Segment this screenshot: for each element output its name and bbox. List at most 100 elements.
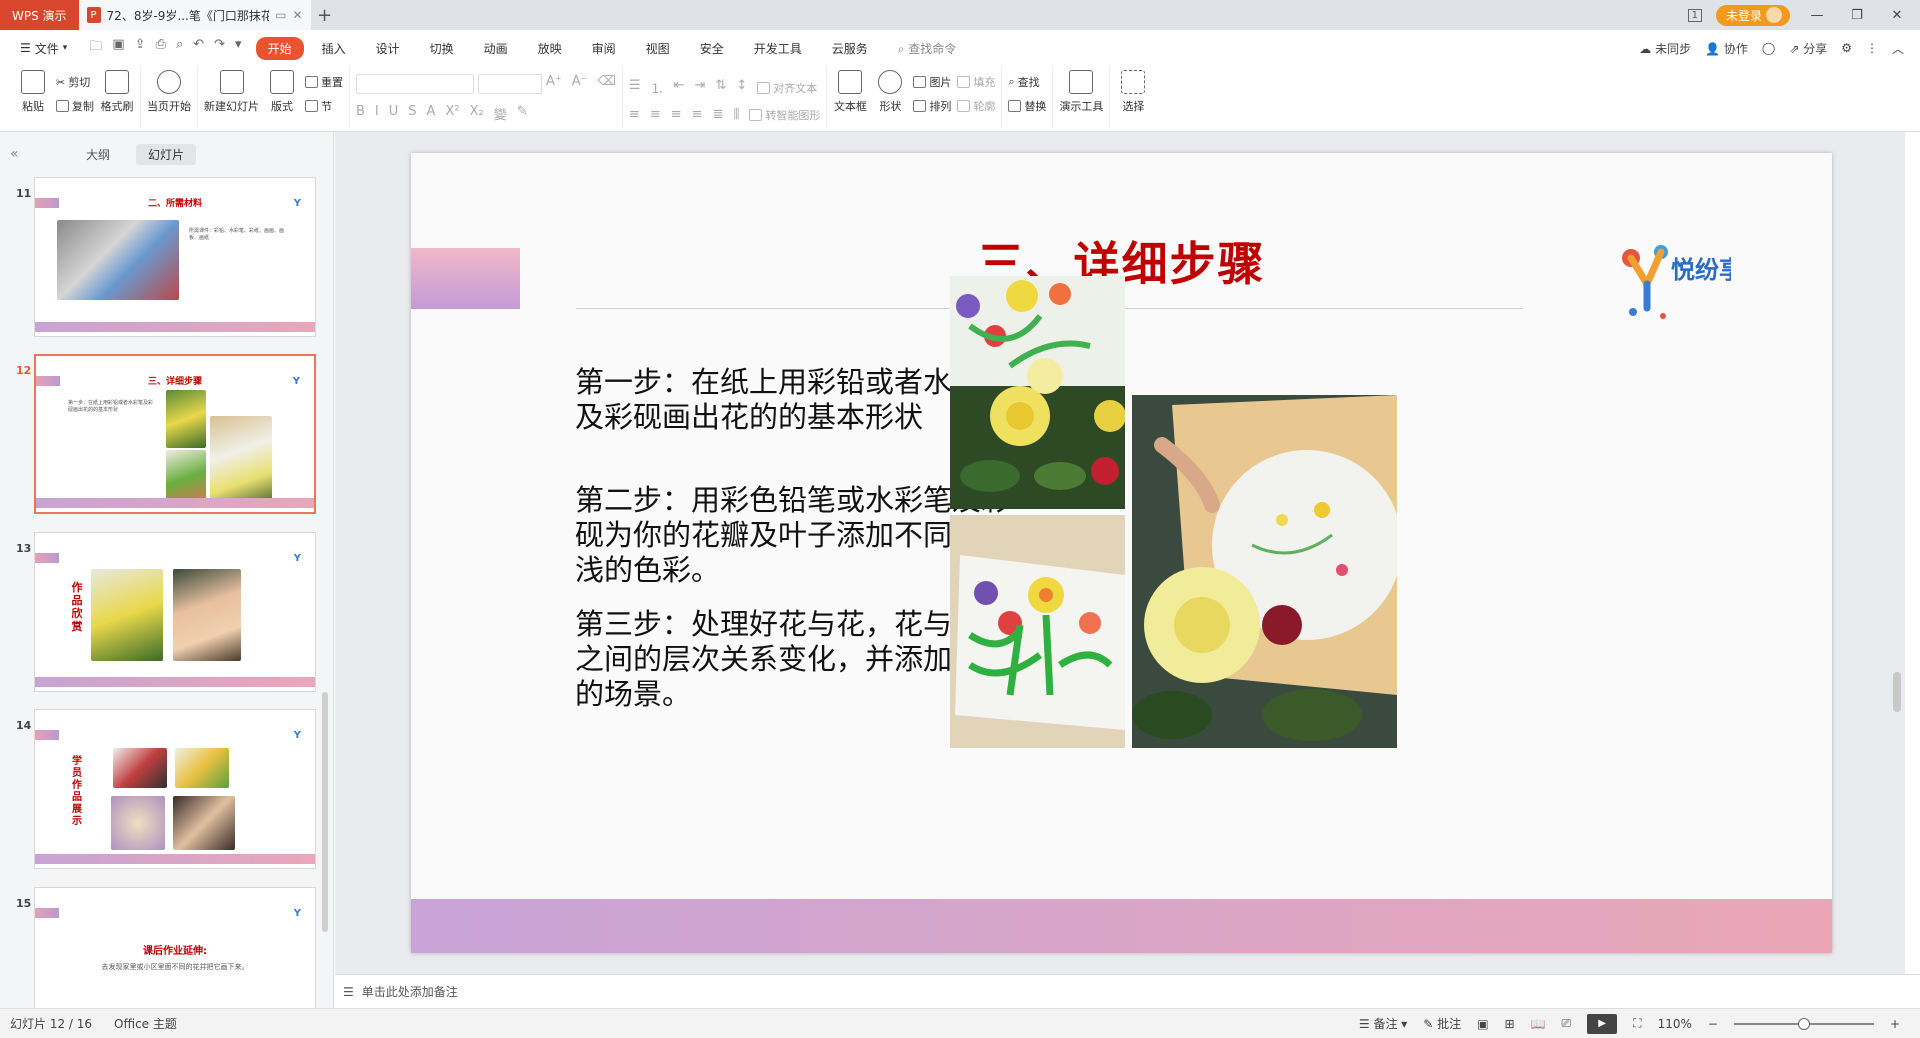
settings-gear-icon[interactable]: ⚙: [1841, 41, 1852, 55]
shape-button[interactable]: 形状: [873, 70, 907, 114]
tab-outline[interactable]: 大纲: [74, 144, 122, 165]
collapse-ribbon-icon[interactable]: ︿: [1892, 40, 1904, 57]
highlight-icon[interactable]: ✎: [517, 104, 528, 123]
notes-toggle-button[interactable]: ☰ 备注 ▾: [1359, 1015, 1407, 1032]
menu-tab[interactable]: 开发工具: [742, 37, 814, 60]
canvas-scrollbar[interactable]: [1893, 672, 1901, 712]
redo-icon[interactable]: ↷: [214, 37, 225, 59]
new-tab-button[interactable]: +: [311, 0, 339, 30]
number-list-icon[interactable]: ⒈: [651, 78, 664, 97]
copy-button[interactable]: 复制: [56, 98, 94, 114]
layout-button[interactable]: 版式: [265, 70, 299, 114]
zoom-slider[interactable]: [1733, 1017, 1874, 1030]
photo-flowers-drawing[interactable]: [950, 276, 1125, 509]
normal-view-icon[interactable]: ▣: [1477, 1017, 1488, 1031]
align-right-icon[interactable]: ≡: [671, 107, 682, 123]
subscript-icon[interactable]: X₂: [470, 104, 484, 123]
picture-button[interactable]: 图片: [913, 74, 951, 90]
section-button[interactable]: 节: [305, 98, 343, 114]
slide-thumbnail-11[interactable]: 二、所需材料 Y 所需课件：彩铅、水彩笔、彩纸、画画、画板、画纸: [34, 177, 316, 337]
menu-tab[interactable]: 审阅: [580, 37, 628, 60]
menu-tab[interactable]: 安全: [688, 37, 736, 60]
zoom-in-icon[interactable]: +: [1890, 1017, 1900, 1031]
minimize-icon[interactable]: —: [1804, 8, 1830, 23]
print-icon[interactable]: ⎙: [156, 37, 166, 59]
close-window-icon[interactable]: ✕: [1884, 8, 1910, 23]
export-icon[interactable]: ⇪: [135, 37, 146, 59]
reset-button[interactable]: 重置: [305, 74, 343, 90]
save-icon[interactable]: ▣: [112, 37, 124, 59]
font-color-icon[interactable]: A: [427, 104, 436, 123]
print-preview-icon[interactable]: ⌕: [176, 37, 183, 59]
clear-format-icon[interactable]: ⌫: [598, 74, 616, 94]
smart-shape-button[interactable]: 转智能图形: [749, 107, 820, 123]
photo-painting-roses[interactable]: [1132, 395, 1397, 748]
menu-tab[interactable]: 插入: [310, 37, 358, 60]
indent-decrease-icon[interactable]: ⇤: [674, 78, 685, 97]
fill-button[interactable]: 填充: [957, 74, 995, 90]
menu-tab[interactable]: 动画: [472, 37, 520, 60]
customize-chevron-icon[interactable]: ▾: [235, 37, 242, 59]
fit-window-icon[interactable]: ⛶: [1633, 1016, 1641, 1031]
outline-button[interactable]: 轮廓: [957, 98, 995, 114]
line-spacing-icon[interactable]: ↕: [736, 78, 747, 97]
more-icon[interactable]: ⋮: [1866, 41, 1878, 55]
menu-tab[interactable]: 云服务: [820, 37, 880, 60]
columns-icon[interactable]: ⫼: [733, 107, 739, 123]
collapse-panel-icon[interactable]: «: [10, 146, 60, 162]
photo-flower-drawing[interactable]: [950, 515, 1125, 748]
italic-icon[interactable]: I: [375, 104, 379, 123]
share-button[interactable]: ⇗ 分享: [1789, 40, 1827, 57]
comments-button[interactable]: ✎ 批注: [1423, 1015, 1461, 1032]
align-left-icon[interactable]: ≡: [629, 107, 640, 123]
select-button[interactable]: 选择: [1116, 70, 1150, 114]
replace-button[interactable]: 替换: [1008, 98, 1046, 114]
underline-icon[interactable]: U: [389, 104, 399, 123]
sorter-view-icon[interactable]: ⊞: [1505, 1017, 1515, 1031]
reading-view-icon[interactable]: 📖: [1531, 1017, 1546, 1031]
shrink-font-icon[interactable]: A⁻: [572, 74, 588, 94]
menu-tab[interactable]: 设计: [364, 37, 412, 60]
text-direction-icon[interactable]: ⇅: [715, 78, 726, 97]
font-size-select[interactable]: [478, 74, 542, 94]
comment-bubble-icon[interactable]: ◯: [1762, 41, 1775, 55]
bold-icon[interactable]: B: [356, 104, 365, 123]
zoom-level[interactable]: 110%: [1658, 1017, 1692, 1031]
current-slide[interactable]: 三、详细步骤 悦纷享 第一步：在纸上用彩铅或者水彩笔及彩砚画出花的的基本形状 第…: [411, 153, 1832, 953]
app-tab[interactable]: WPS 演示: [0, 0, 79, 30]
document-tab[interactable]: P 72、8岁-9岁...笔《门口那抹花》 ▭ ✕: [78, 0, 311, 30]
open-folder-icon[interactable]: 🗀: [89, 37, 102, 59]
zoom-slider-handle[interactable]: [1797, 1017, 1810, 1030]
play-slideshow-button[interactable]: ▶: [1587, 1013, 1618, 1034]
superscript-icon[interactable]: X²: [445, 104, 459, 123]
format-painter-button[interactable]: 格式刷: [100, 70, 134, 114]
tab-slides[interactable]: 幻灯片: [136, 143, 197, 165]
justify-icon[interactable]: ≡: [692, 107, 703, 123]
login-button[interactable]: 未登录: [1715, 4, 1790, 26]
collab-button[interactable]: 👤 协作: [1705, 40, 1748, 57]
strikethrough-icon[interactable]: S: [408, 104, 416, 123]
cut-button[interactable]: ✂ 剪切: [56, 74, 94, 90]
file-menu[interactable]: ☰ 文件 ▾: [12, 40, 75, 57]
page-indicator-icon[interactable]: 1: [1687, 8, 1702, 22]
textbox-button[interactable]: 文本框: [833, 70, 867, 114]
tab-close-icon[interactable]: ✕: [292, 8, 302, 22]
slide-thumbnail-12[interactable]: 三、详细步骤 Y 第一步：在纸上用彩铅或者水彩笔及彩砚画出花的的基本形状: [34, 354, 316, 514]
slide-thumbnail-14[interactable]: Y 学员作品展示: [34, 709, 316, 869]
align-text-button[interactable]: 对齐文本: [757, 78, 817, 97]
align-center-icon[interactable]: ≡: [650, 107, 661, 123]
phonetic-icon[interactable]: 變: [494, 104, 507, 123]
presenter-view-icon[interactable]: ⎚: [1562, 1016, 1572, 1031]
slide-thumbnail-13[interactable]: Y 作品欣赏: [34, 532, 316, 692]
menu-tab[interactable]: 开始: [255, 36, 304, 60]
slide-thumbnail-15[interactable]: Y 课后作业延伸: 去发现家里或小区里面不同的花并把它画下来。: [34, 887, 316, 1008]
find-command-search[interactable]: ⌕ 查找命令: [884, 40, 957, 57]
zoom-out-icon[interactable]: −: [1708, 1017, 1718, 1031]
bullet-list-icon[interactable]: ☰: [629, 78, 641, 97]
grow-font-icon[interactable]: A⁺: [546, 74, 562, 94]
menu-tab[interactable]: 放映: [526, 37, 574, 60]
tab-monitor-icon[interactable]: ▭: [275, 8, 286, 22]
notes-pane[interactable]: ☰ 单击此处添加备注: [335, 974, 1920, 1008]
panel-scrollbar[interactable]: [322, 692, 328, 932]
paste-button[interactable]: 粘贴: [16, 70, 50, 114]
